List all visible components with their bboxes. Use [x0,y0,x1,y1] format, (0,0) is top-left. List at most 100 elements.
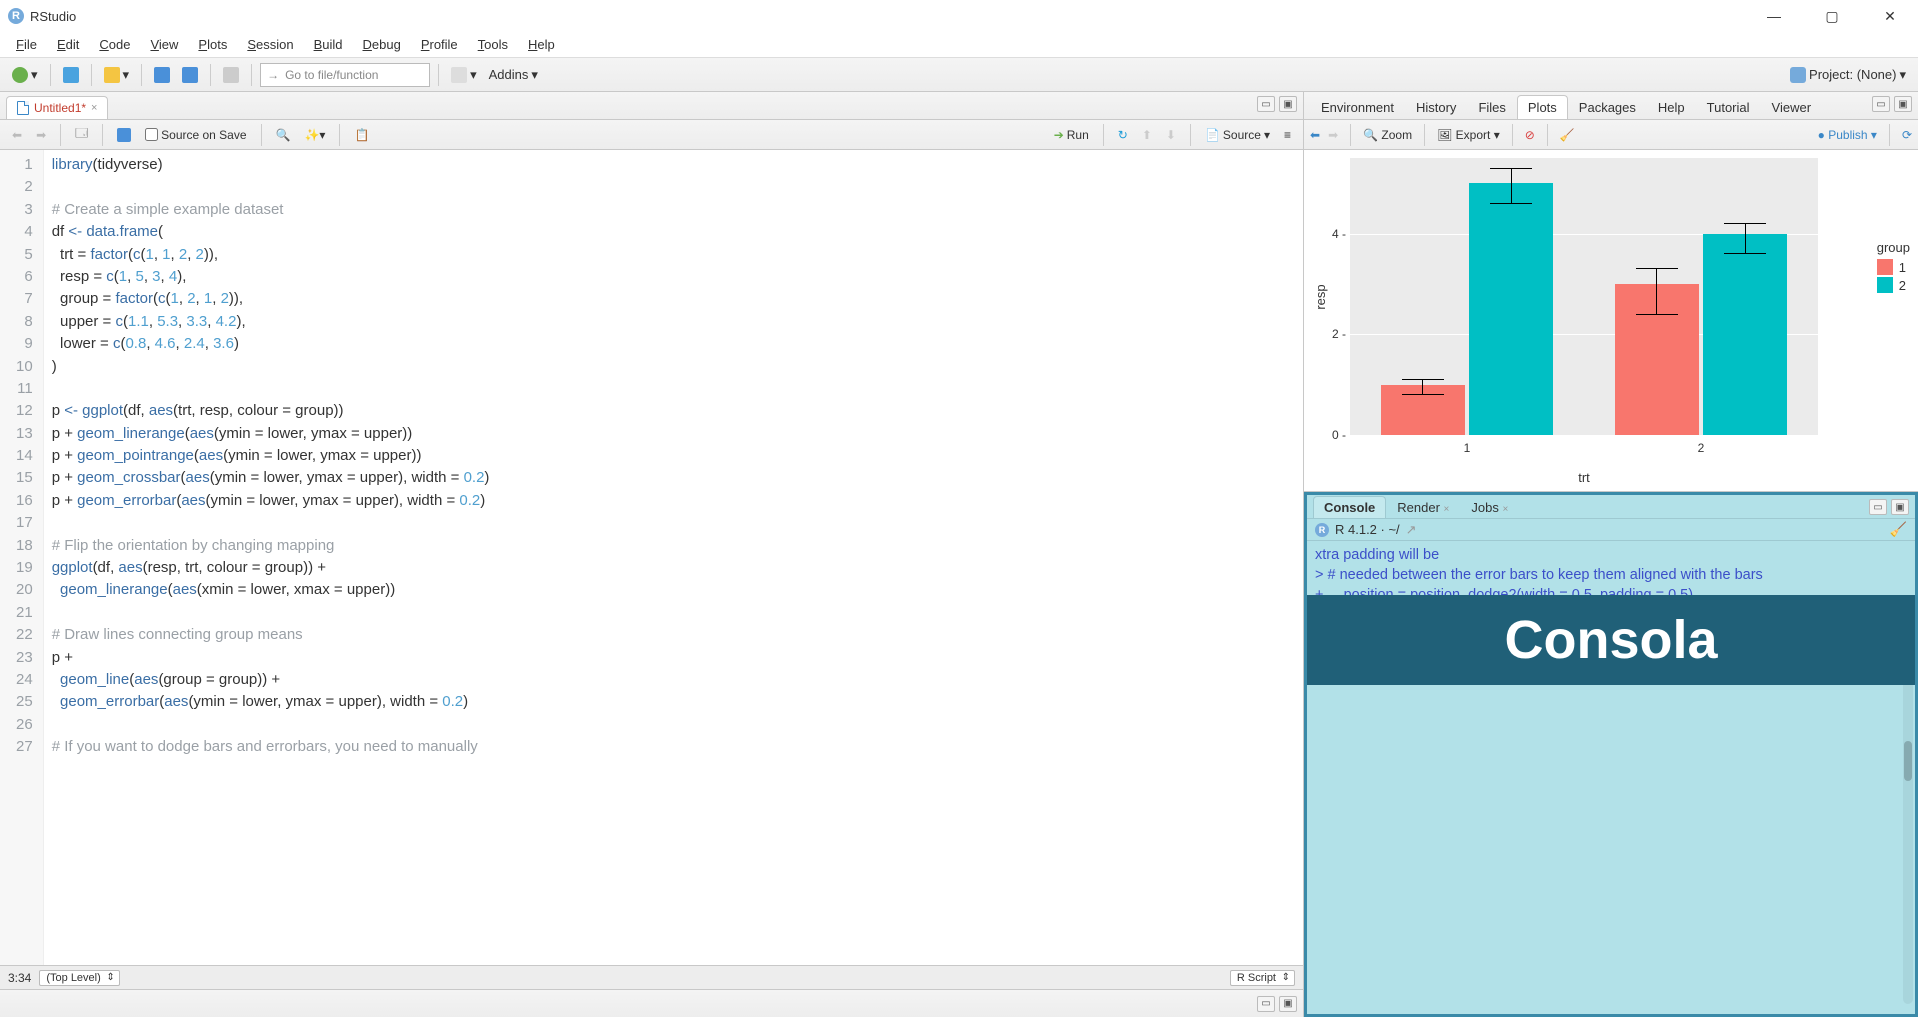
go-down-icon[interactable]: ⬇ [1162,126,1180,144]
source-tabstrip: Untitled1* × ▭ ▣ [0,92,1303,120]
tab-viewer[interactable]: Viewer [1761,95,1823,119]
print-button[interactable] [219,64,243,86]
code-editor[interactable]: 1234567891011121314151617181920212223242… [0,150,1303,965]
plots-toolbar: ⬅ ➡ 🔍 Zoom 🖼 Export ▾ ⊘ 🧹 ● Publish ▾ ⟳ [1304,120,1918,150]
maximize-pane-icon[interactable]: ▣ [1894,96,1912,112]
menu-build[interactable]: Build [306,34,351,55]
addins-button[interactable]: Addins ▾ [485,64,542,86]
console-tab-jobs[interactable]: Jobs × [1460,496,1519,518]
scope-selector[interactable]: (Top Level) [39,970,119,986]
save-all-button[interactable] [178,64,202,86]
minimize-button[interactable]: — [1754,8,1794,25]
goto-file-function-input[interactable]: Go to file/function [260,63,430,87]
maximize-pane-icon[interactable]: ▣ [1891,499,1909,515]
right-top-tabstrip: EnvironmentHistoryFilesPlotsPackagesHelp… [1304,92,1918,120]
remove-plot-icon[interactable]: ⊘ [1525,128,1535,142]
tab-plots[interactable]: Plots [1517,95,1568,119]
new-file-button[interactable]: ▾ [8,64,42,86]
source-tab-title: Untitled1* [34,101,86,115]
console-tab-render[interactable]: Render × [1386,496,1460,518]
document-icon [17,101,29,115]
tab-help[interactable]: Help [1647,95,1696,119]
menu-profile[interactable]: Profile [413,34,466,55]
overlay-label: Consola [1307,595,1915,685]
code-area[interactable]: library(tidyverse)# Create a simple exam… [44,150,1303,965]
maximize-pane-icon[interactable]: ▣ [1279,996,1297,1012]
menubar: FileEditCodeViewPlotsSessionBuildDebugPr… [0,32,1918,58]
line-gutter: 1234567891011121314151617181920212223242… [0,150,44,965]
source-menu-button[interactable]: 📄 Source ▾ [1201,126,1274,144]
plot-prev-icon[interactable]: ⬅ [1310,128,1320,142]
popout-icon[interactable]: ↗ [1406,522,1417,538]
app-title: RStudio [30,9,1754,24]
tab-files[interactable]: Files [1467,95,1516,119]
go-up-icon[interactable]: ⬆ [1138,126,1156,144]
plot-next-icon[interactable]: ➡ [1328,128,1338,142]
menu-file[interactable]: File [8,34,45,55]
clear-all-plots-icon[interactable]: 🧹 [1560,128,1575,142]
language-selector[interactable]: R Script [1230,970,1295,986]
outline-toggle-icon[interactable]: ≡ [1280,126,1295,144]
console-pane: ConsoleRender ×Jobs × ▭ ▣ R R 4.1.2 · ~/… [1304,492,1918,1017]
minimize-pane-icon[interactable]: ▭ [1869,499,1887,515]
main-toolbar: ▾ ▾ Go to file/function ▾ Addins ▾ Proje… [0,58,1918,92]
minimize-pane-icon[interactable]: ▭ [1257,96,1275,112]
project-menu[interactable]: Project: (None) ▾ [1786,64,1910,86]
workspace: Untitled1* × ▭ ▣ ⬅ ➡ 🗔 Source on Save 🔍 … [0,92,1918,1017]
minimize-pane-icon[interactable]: ▭ [1872,96,1890,112]
re-run-icon[interactable]: ↻ [1114,126,1132,144]
maximize-button[interactable]: ▢ [1812,8,1852,25]
console-tabstrip: ConsoleRender ×Jobs × ▭ ▣ [1307,495,1915,519]
export-button[interactable]: 🖼 Export ▾ [1437,128,1500,142]
run-button[interactable]: ➔ Run [1050,126,1093,144]
menu-code[interactable]: Code [91,34,138,55]
view-mode-button[interactable]: ▾ [447,64,481,86]
right-top-pane: EnvironmentHistoryFilesPlotsPackagesHelp… [1304,92,1918,492]
show-in-new-window-icon[interactable]: 🗔 [71,122,92,147]
back-icon[interactable]: ⬅ [8,126,26,144]
open-file-button[interactable]: ▾ [100,64,134,86]
refresh-plot-icon[interactable]: ⟳ [1902,128,1912,142]
code-tools-icon[interactable]: ✨▾ [300,126,329,144]
titlebar: R RStudio — ▢ ✕ [0,0,1918,32]
source-on-save-checkbox[interactable]: Source on Save [141,126,250,144]
save-source-icon[interactable] [113,126,135,144]
console-info-bar: R R 4.1.2 · ~/ ↗ 🧹 [1307,519,1915,541]
menu-help[interactable]: Help [520,34,563,55]
save-button[interactable] [150,64,174,86]
maximize-pane-icon[interactable]: ▣ [1279,96,1297,112]
new-project-button[interactable] [59,64,83,86]
source-tab-untitled1[interactable]: Untitled1* × [6,96,108,119]
menu-session[interactable]: Session [239,34,301,55]
window-controls: — ▢ ✕ [1754,8,1910,25]
rstudio-logo-icon: R [8,8,24,24]
forward-icon[interactable]: ➡ [32,126,50,144]
tab-tutorial[interactable]: Tutorial [1696,95,1761,119]
r-version-label: R 4.1.2 · ~/ [1335,522,1400,537]
source-toolbar: ⬅ ➡ 🗔 Source on Save 🔍 ✨▾ 📋 ➔ Run ↻ ⬆ ⬇ … [0,120,1303,150]
r-logo-icon: R [1315,523,1329,537]
compile-report-icon[interactable]: 📋 [350,126,373,144]
minimize-pane-icon[interactable]: ▭ [1257,996,1275,1012]
plot-viewer: resp0 -2 -4 -12trtgroup12 [1304,150,1918,491]
tab-close-icon[interactable]: × [91,102,97,114]
cursor-position: 3:34 [8,971,31,985]
console-tab-console[interactable]: Console [1313,496,1386,518]
menu-plots[interactable]: Plots [190,34,235,55]
left-column: Untitled1* × ▭ ▣ ⬅ ➡ 🗔 Source on Save 🔍 … [0,92,1304,1017]
zoom-button[interactable]: 🔍 Zoom [1363,128,1412,142]
clear-console-icon[interactable]: 🧹 [1890,521,1907,538]
tab-environment[interactable]: Environment [1310,95,1405,119]
menu-debug[interactable]: Debug [355,34,409,55]
right-column: EnvironmentHistoryFilesPlotsPackagesHelp… [1304,92,1918,1017]
publish-button[interactable]: ● Publish ▾ [1818,128,1877,142]
menu-edit[interactable]: Edit [49,34,87,55]
source-statusbar: 3:34 (Top Level) R Script [0,965,1303,989]
menu-view[interactable]: View [142,34,186,55]
tab-history[interactable]: History [1405,95,1467,119]
left-bottom-collapsed-pane: ▭ ▣ [0,989,1303,1017]
tab-packages[interactable]: Packages [1568,95,1647,119]
menu-tools[interactable]: Tools [470,34,516,55]
close-button[interactable]: ✕ [1870,8,1910,25]
find-replace-icon[interactable]: 🔍 [272,126,295,144]
